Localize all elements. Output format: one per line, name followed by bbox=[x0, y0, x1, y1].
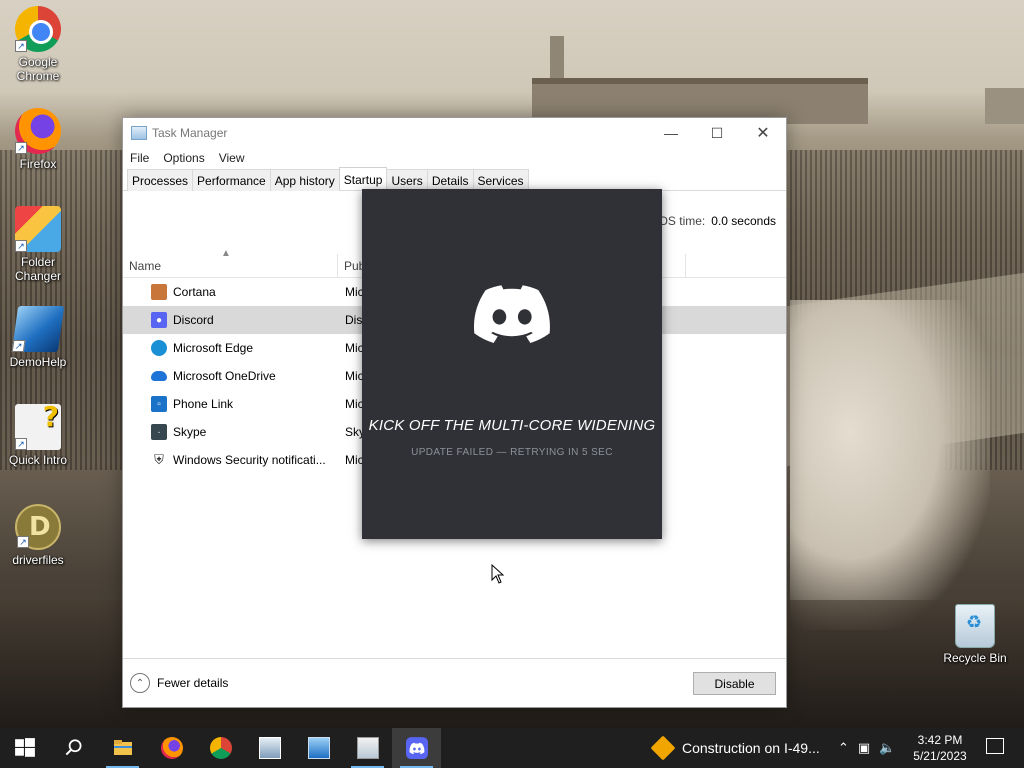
demohelp-icon: ↗ bbox=[11, 306, 65, 352]
menu-bar: File Options View bbox=[123, 148, 786, 168]
taskbar-chrome[interactable] bbox=[196, 728, 245, 768]
tab-details[interactable]: Details bbox=[426, 169, 474, 191]
clock[interactable]: 3:42 PM 5/21/2023 bbox=[905, 732, 975, 764]
firefox-icon bbox=[160, 737, 183, 759]
bios-time: OS time: 0.0 seconds bbox=[659, 214, 776, 228]
desktop-icon-label: Folder Changer bbox=[14, 255, 62, 283]
maximize-button[interactable]: ☐ bbox=[694, 118, 740, 148]
app-name: Phone Link bbox=[173, 397, 234, 411]
desktop-icon-google-chrome[interactable]: ↗ Google Chrome bbox=[0, 6, 76, 83]
news-widget[interactable]: Construction on I-49... bbox=[650, 728, 820, 768]
wallpaper-building-right bbox=[985, 88, 1024, 124]
wallpaper-tower bbox=[550, 36, 564, 80]
app-window-icon bbox=[258, 737, 281, 759]
splash-status: UPDATE FAILED — RETRYING IN 5 SEC bbox=[411, 447, 613, 458]
volume-muted-icon[interactable]: 🔈 bbox=[879, 740, 895, 756]
network-icon[interactable]: ▣ bbox=[858, 740, 870, 756]
menu-file[interactable]: File bbox=[130, 151, 149, 165]
splash-headline: KICK OFF THE MULTI-CORE WIDENING bbox=[368, 417, 656, 434]
chevron-up-icon[interactable]: ⌃ bbox=[838, 740, 849, 756]
recycle-bin-icon bbox=[955, 604, 995, 648]
app-name: Discord bbox=[173, 313, 214, 327]
app-name: Cortana bbox=[173, 285, 216, 299]
menu-view[interactable]: View bbox=[219, 151, 245, 165]
app-name: Windows Security notificati... bbox=[173, 453, 326, 467]
desktop-icon-label: Google Chrome bbox=[16, 55, 60, 83]
taskbar-app-window[interactable] bbox=[245, 728, 294, 768]
edge-icon bbox=[151, 340, 167, 356]
shield-icon: ⛨ bbox=[151, 452, 167, 468]
task-manager-icon bbox=[131, 126, 147, 140]
desktop-icon-recycle-bin[interactable]: Recycle Bin bbox=[937, 604, 1013, 665]
tab-processes[interactable]: Processes bbox=[127, 169, 194, 191]
chrome-icon bbox=[209, 737, 232, 759]
desktop-icon-label: driverfiles bbox=[12, 553, 64, 567]
task-manager-icon bbox=[356, 737, 379, 759]
bios-time-value: 0.0 seconds bbox=[711, 214, 776, 228]
discord-icon: ● bbox=[151, 312, 167, 328]
disable-button[interactable]: Disable bbox=[693, 672, 776, 695]
tab-strip: Processes Performance App history Startu… bbox=[123, 167, 786, 191]
news-headline: Construction on I-49... bbox=[682, 740, 820, 756]
close-button[interactable]: ✕ bbox=[740, 118, 786, 148]
window-footer: ⌃ Fewer details Disable bbox=[123, 658, 786, 707]
taskbar-discord[interactable] bbox=[392, 728, 441, 768]
app-name: Microsoft OneDrive bbox=[173, 369, 276, 383]
fewer-details-link[interactable]: Fewer details bbox=[157, 676, 228, 690]
folder-changer-icon: ↗ bbox=[15, 206, 61, 252]
windows-logo-icon bbox=[14, 738, 35, 757]
chevron-up-icon[interactable]: ⌃ bbox=[130, 673, 150, 693]
chrome-icon: ↗ bbox=[15, 6, 61, 52]
file-explorer-icon bbox=[113, 740, 132, 755]
tab-startup[interactable]: Startup bbox=[338, 167, 388, 190]
system-tray: ⌃ ▣ 🔈 bbox=[838, 728, 904, 768]
desktop-icon-driverfiles[interactable]: ↗ driverfiles bbox=[0, 504, 76, 567]
desktop-icon-quick-intro[interactable]: ↗ Quick Intro bbox=[0, 400, 76, 467]
column-name[interactable]: Name bbox=[123, 253, 338, 278]
search-button[interactable] bbox=[49, 728, 98, 768]
driverfiles-icon: ↗ bbox=[15, 504, 61, 550]
app-name: Microsoft Edge bbox=[173, 341, 254, 355]
quick-intro-icon: ↗ bbox=[15, 400, 61, 450]
control-panel-icon bbox=[307, 737, 330, 759]
discord-logo-icon bbox=[474, 285, 550, 343]
taskbar-file-explorer[interactable] bbox=[98, 728, 147, 768]
tab-performance[interactable]: Performance bbox=[192, 169, 271, 191]
notification-icon[interactable] bbox=[986, 738, 1004, 754]
desktop-icon-label: Quick Intro bbox=[8, 453, 68, 467]
desktop-icon-label: DemoHelp bbox=[9, 355, 67, 369]
onedrive-icon bbox=[151, 371, 167, 381]
cortana-icon bbox=[151, 284, 167, 300]
mouse-cursor-icon bbox=[491, 564, 505, 584]
app-name: Skype bbox=[173, 425, 207, 439]
traffic-warning-icon bbox=[650, 735, 676, 761]
clock-time: 3:42 PM bbox=[917, 733, 963, 747]
desktop-icon-demohelp[interactable]: ↗ DemoHelp bbox=[0, 306, 76, 369]
menu-options[interactable]: Options bbox=[163, 151, 204, 165]
firefox-icon: ↗ bbox=[15, 108, 61, 154]
wallpaper-figure bbox=[790, 300, 990, 630]
bios-time-label: OS time: bbox=[658, 214, 706, 228]
taskbar: Construction on I-49... ⌃ ▣ 🔈 3:42 PM 5/… bbox=[0, 728, 1024, 768]
desktop-icon-folder-changer[interactable]: ↗ Folder Changer bbox=[0, 206, 76, 283]
discord-icon bbox=[405, 737, 428, 759]
taskbar-control-panel[interactable] bbox=[294, 728, 343, 768]
window-title: Task Manager bbox=[152, 126, 228, 140]
desktop-icon-firefox[interactable]: ↗ Firefox bbox=[0, 108, 76, 171]
skype-icon: ∙ bbox=[151, 424, 167, 440]
tab-services[interactable]: Services bbox=[472, 169, 529, 191]
discord-update-splash: KICK OFF THE MULTI-CORE WIDENING UPDATE … bbox=[362, 189, 662, 539]
phone-link-icon: ▫ bbox=[151, 396, 167, 412]
taskbar-firefox[interactable] bbox=[147, 728, 196, 768]
start-button[interactable] bbox=[0, 728, 49, 768]
search-icon bbox=[65, 739, 81, 756]
clock-date: 5/21/2023 bbox=[913, 749, 967, 763]
desktop-icon-label: Recycle Bin bbox=[943, 651, 1007, 665]
title-bar[interactable]: Task Manager — ☐ ✕ bbox=[123, 118, 786, 148]
tab-app-history[interactable]: App history bbox=[269, 169, 340, 191]
minimize-button[interactable]: — bbox=[648, 118, 694, 148]
taskbar-task-manager[interactable] bbox=[343, 728, 392, 768]
desktop-icon-label: Firefox bbox=[19, 157, 57, 171]
tab-users[interactable]: Users bbox=[386, 169, 428, 191]
